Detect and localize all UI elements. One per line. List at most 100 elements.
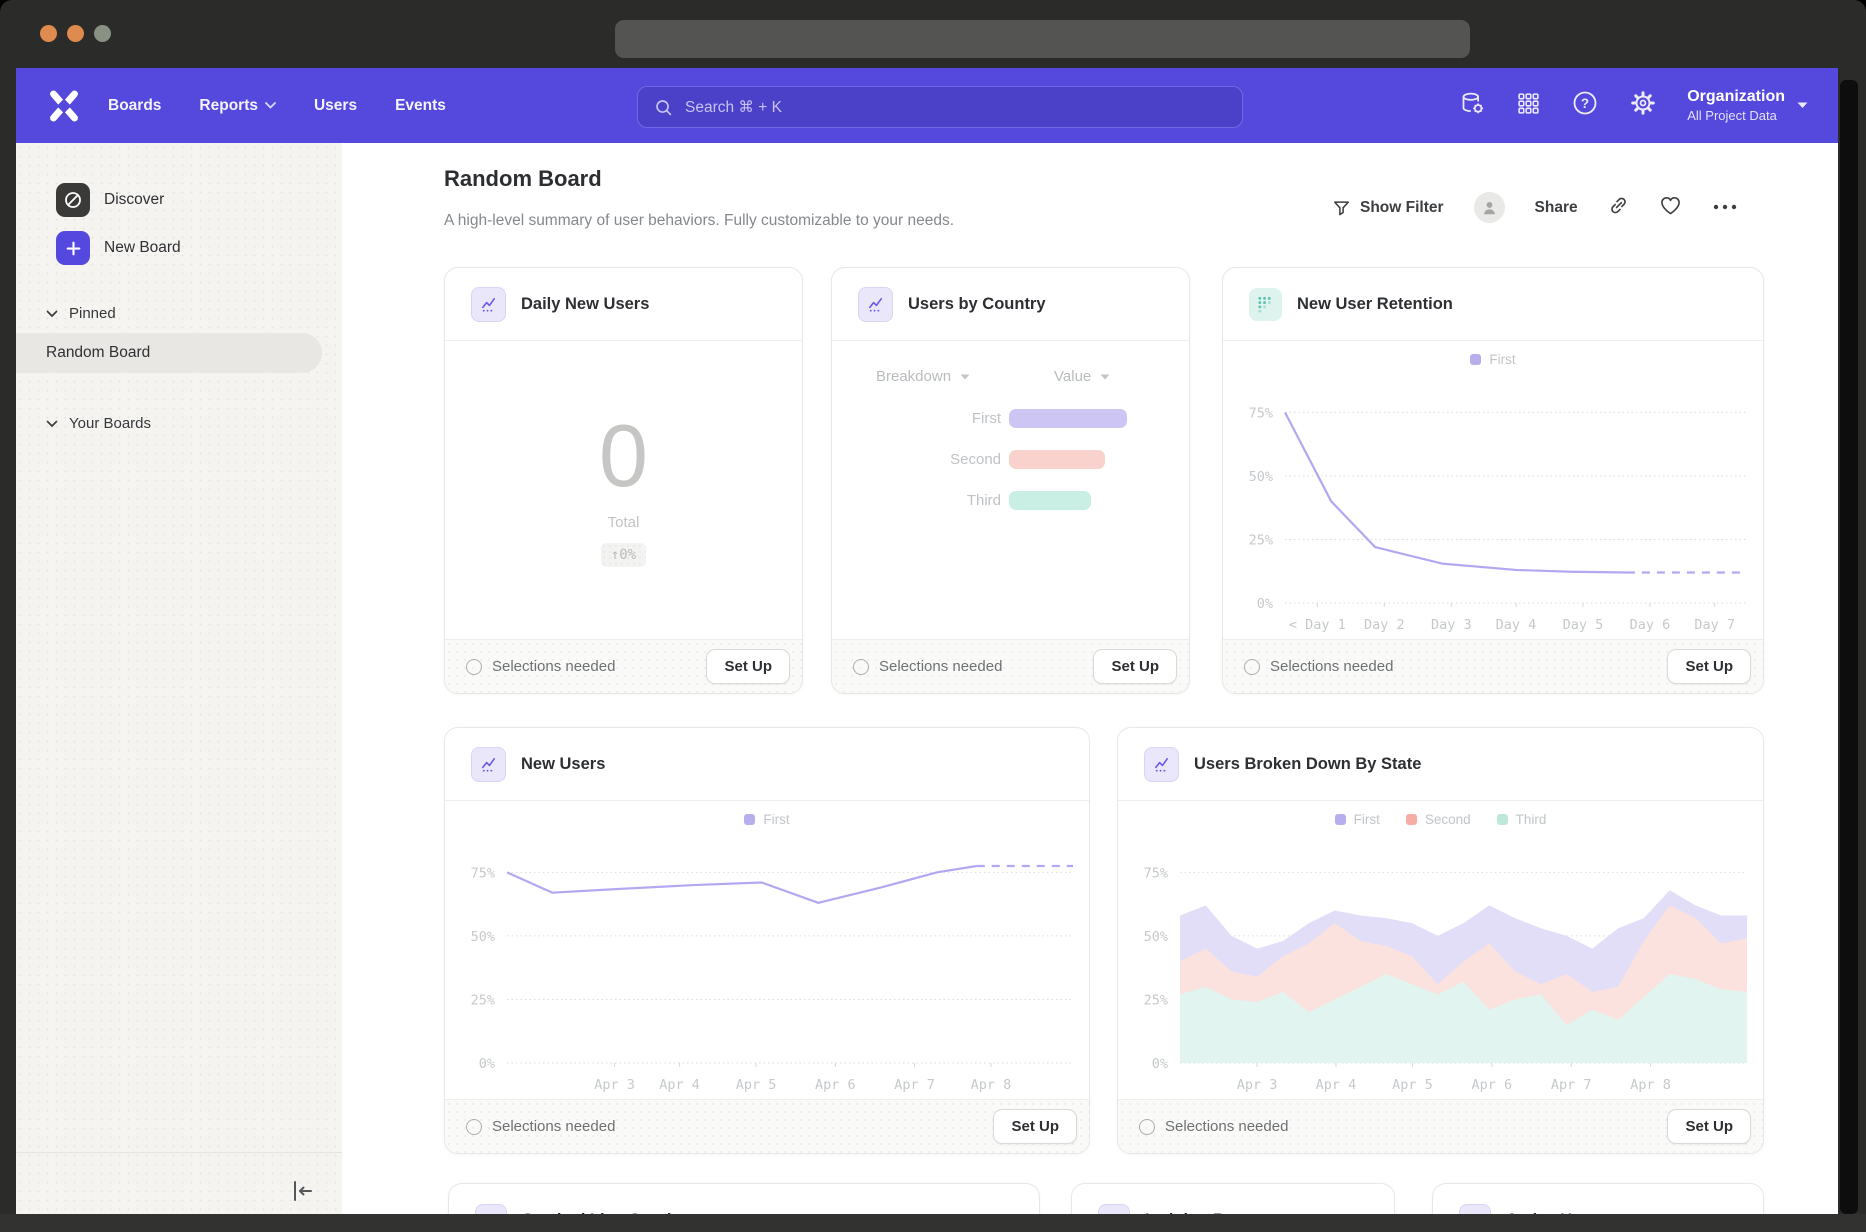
svg-text:Apr 7: Apr 7 [1551,1077,1592,1093]
org-project: All Project Data [1687,107,1785,124]
svg-text:25%: 25% [1144,992,1168,1008]
svg-text:Day 4: Day 4 [1496,617,1537,633]
org-switcher[interactable]: Organization All Project Data [1687,87,1808,124]
card-daily-new-users: Daily New Users 0 Total ↑0% Selections n… [444,267,803,694]
svg-text:25%: 25% [471,992,495,1008]
sidebar-section-pinned[interactable]: Pinned [46,305,116,322]
card-title: New User Retention [1297,295,1453,314]
set-up-button[interactable]: Set Up [1093,649,1177,684]
chevron-down-icon [46,310,58,318]
set-up-button[interactable]: Set Up [706,649,790,684]
caret-down-icon [1797,102,1808,109]
browser-address-bar[interactable] [615,20,1470,58]
nav-users[interactable]: Users [314,97,357,115]
svg-text:Apr 4: Apr 4 [659,1077,700,1093]
set-up-button[interactable]: Set Up [1667,1109,1751,1144]
bar-label: Second [832,451,1001,468]
status-circle-icon [466,1119,482,1135]
metric-label: Total [608,514,640,531]
svg-text:< Day 1: < Day 1 [1289,617,1346,633]
search-input[interactable]: Search ⌘ + K [637,86,1243,128]
legend-swatch-icon [744,814,755,825]
set-up-button[interactable]: Set Up [993,1109,1077,1144]
status-circle-icon [1244,659,1260,675]
favorite-heart-icon[interactable] [1659,195,1682,221]
data-management-icon[interactable] [1459,90,1486,122]
retention-icon [1249,288,1282,321]
card-footer: Selections needed Set Up [832,639,1189,693]
status-circle-icon [466,659,482,675]
copy-link-icon[interactable] [1608,195,1629,221]
nav-boards[interactable]: Boards [108,97,161,115]
legend-swatch-icon [1406,814,1417,825]
page-subtitle: A high-level summary of user behaviors. … [444,212,954,230]
window-frame-bottom [0,1214,1866,1232]
mixpanel-logo[interactable] [46,88,82,129]
caret-down-icon [1100,374,1110,380]
metric-value: 0 [599,412,648,500]
sidebar-item-random-board[interactable]: Random Board [16,333,322,373]
value-dropdown[interactable]: Value [1054,368,1110,385]
svg-text:Day 5: Day 5 [1563,617,1604,633]
chart-legend: First [1223,352,1763,367]
status-text: Selections needed [1165,1118,1288,1135]
chevron-down-icon [46,420,58,428]
svg-text:Apr 5: Apr 5 [1392,1077,1433,1093]
state-area-chart: FirstSecondThird75%50%25%0%Apr 3Apr 4Apr… [1118,800,1763,1099]
card-users-by-state: Users Broken Down By State FirstSecondTh… [1117,727,1764,1154]
window-close-button[interactable] [40,25,57,42]
sidebar-section-your-boards[interactable]: Your Boards [46,415,151,432]
nav-events[interactable]: Events [395,97,446,115]
window-titlebar [0,0,1866,68]
sidebar-divider [16,1152,342,1153]
insights-chart-icon [1144,747,1179,782]
svg-text:25%: 25% [1249,532,1273,548]
set-up-button[interactable]: Set Up [1667,649,1751,684]
status-circle-icon [1139,1119,1155,1135]
filter-funnel-icon [1332,199,1351,217]
chart-legend: FirstSecondThird [1118,812,1763,827]
bar [1009,491,1091,510]
top-navbar: Boards Reports Users Events Search ⌘ + K [16,68,1838,143]
window-zoom-button[interactable] [94,25,111,42]
svg-text:Apr 5: Apr 5 [736,1077,777,1093]
insights-chart-icon [858,287,893,322]
nav-reports[interactable]: Reports [199,97,276,115]
svg-text:0%: 0% [479,1056,495,1072]
status-text: Selections needed [879,658,1002,675]
window-minimize-button[interactable] [67,25,84,42]
breakdown-dropdown[interactable]: Breakdown [876,368,970,385]
svg-text:Apr 8: Apr 8 [1630,1077,1671,1093]
new-users-chart: First75%50%25%0%Apr 3Apr 4Apr 5Apr 6Apr … [445,800,1089,1099]
svg-text:?: ? [1581,96,1589,111]
bar [1009,450,1105,469]
sidebar-item-discover[interactable]: Discover [56,183,164,217]
legend-swatch-icon [1470,354,1481,365]
search-icon [654,98,673,117]
sidebar-item-new-board[interactable]: New Board [56,231,181,265]
show-filter-button[interactable]: Show Filter [1332,199,1444,217]
card-footer: Selections needed Set Up [1118,1099,1763,1153]
user-avatar[interactable] [1474,192,1505,223]
card-title: New Users [521,755,605,774]
metric-delta-badge: ↑0% [601,543,646,567]
collapse-sidebar-button[interactable] [288,1178,316,1209]
settings-gear-icon[interactable] [1629,89,1657,122]
scrollbar[interactable] [1840,80,1858,1214]
bar-label: Third [832,492,1001,509]
insights-chart-icon [471,747,506,782]
bar-row: Third [832,490,1191,510]
card-title: Users Broken Down By State [1194,755,1421,774]
org-name: Organization [1687,87,1785,107]
more-options-icon[interactable] [1712,199,1738,217]
svg-text:Day 3: Day 3 [1431,617,1472,633]
insights-chart-icon [471,287,506,322]
status-text: Selections needed [492,658,615,675]
svg-text:50%: 50% [1144,929,1168,945]
country-bars: FirstSecondThird [832,408,1191,588]
plus-icon [56,231,90,265]
svg-text:Apr 6: Apr 6 [815,1077,856,1093]
share-button[interactable]: Share [1535,199,1578,217]
help-icon[interactable]: ? [1571,89,1599,122]
apps-grid-icon[interactable] [1516,91,1541,121]
